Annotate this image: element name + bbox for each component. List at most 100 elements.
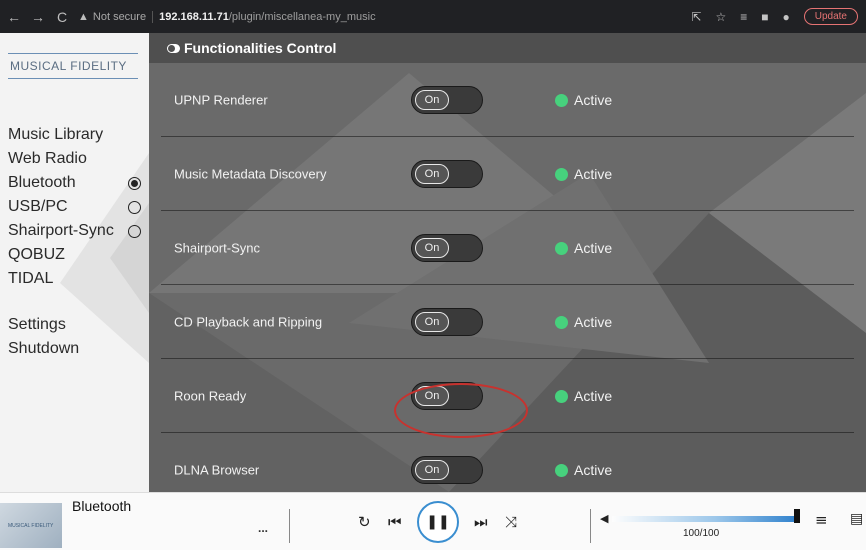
status-dot-icon (555, 241, 568, 255)
sidebar-item-label: Web Radio (8, 150, 87, 167)
status-text: Active (574, 462, 613, 478)
bookmark-star-icon[interactable]: ☆ (715, 10, 726, 24)
divider (590, 509, 591, 543)
album-art-text: MUSICAL FIDELITY (8, 523, 54, 529)
highlight-circle (394, 383, 528, 438)
status-text: Active (574, 166, 613, 182)
page-title: Functionalities Control (184, 40, 337, 56)
queue-icon[interactable]: ≡ (815, 511, 828, 529)
functionality-row: Roon Ready On Active (161, 359, 854, 438)
profile-icon[interactable]: ● (783, 10, 790, 24)
status-badge: Active (555, 462, 612, 478)
album-art: MUSICAL FIDELITY (0, 503, 62, 548)
reload-icon[interactable]: C (52, 9, 72, 25)
status-dot-icon (555, 463, 568, 477)
sidebar-menu: Music Library Web Radio Bluetooth USB/PC… (8, 123, 143, 361)
sidebar-item-shutdown[interactable]: Shutdown (8, 337, 143, 361)
sidebar-item-label: USB/PC (8, 198, 68, 215)
share-icon[interactable]: ⇱ (691, 10, 701, 24)
sidebar-item-settings[interactable]: Settings (8, 313, 143, 337)
status-dot-icon (555, 93, 568, 107)
shuffle-icon[interactable]: ⤨ (505, 513, 517, 531)
sidebar-item-label: Bluetooth (8, 174, 76, 191)
update-button[interactable]: Update (803, 8, 858, 25)
divider (289, 509, 290, 543)
functionality-label: Roon Ready (174, 388, 247, 404)
pause-button[interactable]: ❚❚ (417, 501, 459, 543)
repeat-icon[interactable]: ↻ (358, 513, 371, 531)
toggle-label: On (415, 164, 449, 184)
functionality-row: Music Metadata Discovery On Active (161, 137, 854, 211)
back-icon[interactable]: ← (4, 9, 24, 25)
radio-selected-icon[interactable] (128, 176, 141, 190)
playlist-icon[interactable]: ▤ (850, 511, 863, 527)
more-options-button[interactable]: ... (258, 521, 268, 535)
status-text: Active (574, 314, 613, 330)
functionality-row: CD Playback and Ripping On Active (161, 285, 854, 359)
sidebar-item-label: TIDAL (8, 270, 54, 287)
volume-slider-handle[interactable] (794, 509, 800, 523)
cd-playback-toggle[interactable]: On (411, 308, 483, 336)
functionality-list: UPNP Renderer On Active Music Metadata D… (149, 63, 866, 492)
status-text: Active (574, 240, 613, 256)
functionality-row: DLNA Browser On Active (161, 433, 854, 492)
status-text: Active (574, 388, 613, 404)
toggle-label: On (415, 238, 449, 258)
sidebar-item-label: QOBUZ (8, 246, 65, 263)
browser-toolbar: ← → C ▲ Not secure 192.168.11.71/plugin/… (0, 0, 866, 33)
warning-icon: ▲ (78, 10, 89, 23)
status-dot-icon (555, 389, 568, 403)
functionality-label: Music Metadata Discovery (174, 166, 327, 182)
volume-slider[interactable] (612, 516, 800, 522)
sidebar-item-bluetooth[interactable]: Bluetooth (8, 171, 143, 195)
sidebar-item-music-library[interactable]: Music Library (8, 123, 143, 147)
status-text: Active (574, 92, 613, 108)
forward-icon[interactable]: → (28, 9, 48, 25)
metadata-discovery-toggle[interactable]: On (411, 160, 483, 188)
upnp-renderer-toggle[interactable]: On (411, 86, 483, 114)
functionality-label: DLNA Browser (174, 462, 260, 478)
sidebar-item-web-radio[interactable]: Web Radio (8, 147, 143, 171)
functionality-row: Shairport-Sync On Active (161, 211, 854, 285)
toggle-icon (167, 43, 180, 53)
status-dot-icon (555, 167, 568, 181)
sidebar-item-label: Shutdown (8, 340, 80, 357)
functionality-label: CD Playback and Ripping (174, 314, 323, 330)
url-host: 192.168.11.71 (159, 10, 229, 23)
radio-unselected-icon[interactable] (128, 224, 141, 238)
status-badge: Active (555, 166, 612, 182)
shairport-sync-toggle[interactable]: On (411, 234, 483, 262)
sidebar-item-usb-pc[interactable]: USB/PC (8, 195, 143, 219)
menu-gap (8, 291, 143, 313)
url-path: /plugin/miscellanea-my_music (228, 10, 376, 23)
security-label: Not secure (93, 10, 154, 23)
volume-value: 100/100 (683, 528, 720, 539)
functionality-row: UPNP Renderer On Active (161, 63, 854, 137)
functionality-label: Shairport-Sync (174, 240, 260, 256)
reading-list-icon[interactable]: ≡ (740, 10, 747, 24)
previous-track-icon[interactable]: ⏮ (388, 513, 402, 531)
sidebar: MUSICAL FIDELITY Music Library Web Radio… (0, 33, 149, 492)
status-badge: Active (555, 388, 612, 404)
toggle-label: On (415, 312, 449, 332)
main-panel: Functionalities Control UPNP Renderer On… (149, 33, 866, 492)
sidebar-item-label: Music Library (8, 126, 104, 143)
next-track-icon[interactable]: ⏭ (474, 513, 488, 531)
toggle-label: On (415, 460, 449, 480)
status-dot-icon (555, 315, 568, 329)
sidebar-item-shairport-sync[interactable]: Shairport-Sync (8, 219, 143, 243)
dlna-browser-toggle[interactable]: On (411, 456, 483, 484)
status-badge: Active (555, 92, 612, 108)
brand-logo: MUSICAL FIDELITY (8, 53, 138, 79)
toggle-label: On (415, 90, 449, 110)
sidebar-item-label: Shairport-Sync (8, 222, 114, 239)
status-badge: Active (555, 240, 612, 256)
radio-unselected-icon[interactable] (128, 200, 141, 214)
sidebar-item-qobuz[interactable]: QOBUZ (8, 243, 143, 267)
player-bar: MUSICAL FIDELITY Bluetooth ... ↻ ⏮ ❚❚ ⏭ … (0, 492, 866, 550)
address-bar[interactable]: ▲ Not secure 192.168.11.71/plugin/miscel… (78, 5, 376, 29)
side-panel-icon[interactable]: ■ (761, 10, 768, 24)
sidebar-item-label: Settings (8, 316, 66, 333)
sidebar-item-tidal[interactable]: TIDAL (8, 267, 143, 291)
volume-down-icon[interactable]: ◀ (600, 512, 608, 525)
